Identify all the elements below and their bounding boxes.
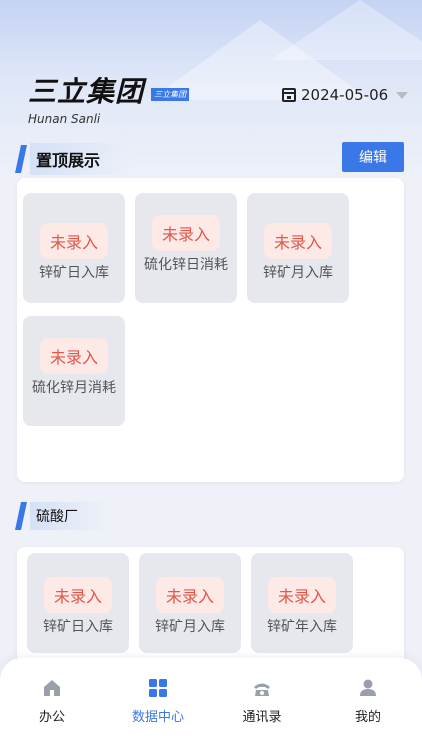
- tile-label: 锌矿日入库: [39, 265, 109, 281]
- status-badge: 未录入: [39, 223, 108, 259]
- caret-down-icon: [396, 91, 409, 99]
- tab-contacts[interactable]: 通讯录: [222, 678, 302, 725]
- tile-label: 锌矿月入库: [263, 265, 333, 281]
- tile-label: 锌矿年入库: [267, 619, 337, 635]
- tile-label: 锌矿日入库: [43, 619, 113, 635]
- tab-label: 我的: [354, 710, 381, 725]
- pinned-section-header: 置顶展示: [15, 143, 131, 175]
- brand-tag: 三立集团: [151, 88, 190, 101]
- tab-label: 办公: [38, 710, 65, 725]
- factory-section-title: 硫酸厂: [30, 502, 108, 530]
- pinned-section-title: 置顶展示: [30, 143, 131, 175]
- status-badge: 未录入: [267, 577, 336, 613]
- brand-subtitle: Hunan Sanli: [28, 112, 101, 126]
- pinned-panel: 未录入 锌矿日入库 未录入 硫化锌日消耗 未录入 锌矿月入库 未录入 硫化锌月消…: [17, 178, 404, 482]
- tab-label: 通讯录: [242, 710, 282, 725]
- date-picker[interactable]: 2024-05-06: [282, 86, 409, 104]
- pinned-tile[interactable]: 未录入 锌矿日入库: [23, 193, 125, 303]
- tile-label: 锌矿月入库: [155, 619, 225, 635]
- factory-section-header: 硫酸厂: [15, 502, 108, 530]
- tab-label: 数据中心: [131, 710, 184, 725]
- tile-label: 硫化锌月消耗: [32, 380, 116, 396]
- status-badge: 未录入: [263, 223, 332, 259]
- tile-label: 硫化锌日消耗: [144, 257, 228, 273]
- status-badge: 未录入: [43, 577, 112, 613]
- decor-shape: [270, 0, 422, 60]
- factory-tile[interactable]: 未录入 锌矿年入库: [251, 553, 353, 653]
- calendar-icon: [282, 88, 296, 102]
- pinned-tile[interactable]: 未录入 硫化锌月消耗: [23, 316, 125, 426]
- phone-icon: [254, 683, 270, 696]
- factory-tile[interactable]: 未录入 锌矿月入库: [139, 553, 241, 653]
- home-icon: [44, 680, 60, 696]
- factory-tile[interactable]: 未录入 锌矿日入库: [27, 553, 129, 653]
- grid-icon: [149, 679, 167, 697]
- status-badge: 未录入: [39, 338, 108, 374]
- tab-data-center[interactable]: 数据中心: [118, 678, 198, 725]
- status-badge: 未录入: [151, 215, 220, 251]
- brand-title: 三立集团: [28, 75, 145, 108]
- tab-office[interactable]: 办公: [12, 678, 92, 725]
- user-icon: [360, 679, 376, 696]
- status-badge: 未录入: [155, 577, 224, 613]
- pinned-tile[interactable]: 未录入 锌矿月入库: [247, 193, 349, 303]
- date-value: 2024-05-06: [301, 86, 389, 104]
- pinned-tile[interactable]: 未录入 硫化锌日消耗: [135, 193, 237, 303]
- section-accent-bar: [15, 502, 27, 530]
- tab-profile[interactable]: 我的: [328, 678, 408, 725]
- bottom-tab-bar: 办公 数据中心 通讯录 我的: [0, 658, 422, 750]
- brand-logo: 三立集团 三立集团 Hunan Sanli: [28, 70, 190, 126]
- edit-button[interactable]: 编辑: [342, 142, 404, 172]
